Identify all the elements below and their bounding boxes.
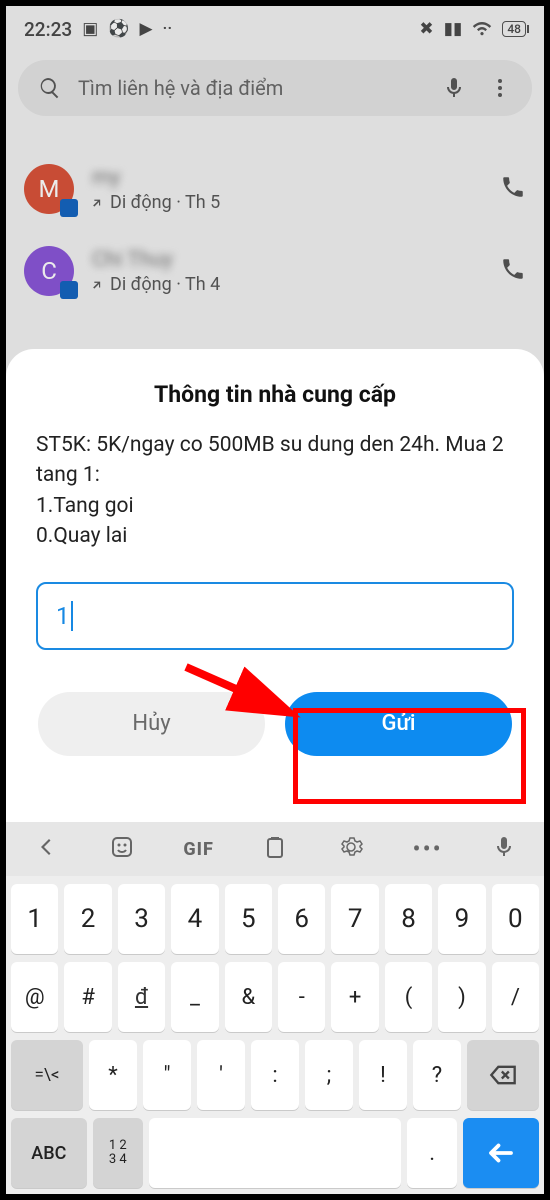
key[interactable]: _ (171, 962, 218, 1032)
kbd-back-icon[interactable] (16, 835, 76, 864)
keyboard-row: =\< * " ' : ; ! ? (11, 1040, 539, 1110)
kbd-mic-icon[interactable] (474, 835, 534, 864)
key[interactable]: " (143, 1040, 191, 1110)
key[interactable]: 6 (278, 884, 325, 954)
status-bar: 22:23 ▣ ⚽ ▶ ·· ✖ ▮▮ 48 (6, 6, 544, 52)
dialog-title: Thông tin nhà cung cấp (36, 381, 514, 408)
battery-icon: 48 (502, 21, 526, 37)
dialog-input[interactable]: 1 (36, 582, 514, 650)
avatar: C (24, 246, 74, 296)
kbd-more-icon[interactable]: ••• (398, 835, 458, 863)
key-space[interactable] (149, 1118, 401, 1188)
keyboard-row: 1 2 3 4 5 6 7 8 9 0 (11, 884, 539, 954)
key[interactable]: 5 (225, 884, 272, 954)
send-button[interactable]: Gửi (285, 692, 512, 756)
incoming-icon (92, 277, 106, 291)
kbd-clipboard-icon[interactable] (245, 835, 305, 864)
mic-icon[interactable] (442, 76, 466, 100)
kbd-sticker-icon[interactable] (92, 835, 152, 864)
more-dots-icon: ·· (163, 19, 173, 39)
contact-name: my (92, 166, 500, 190)
key[interactable]: 3 (118, 884, 165, 954)
mute-icon: ✖ (419, 19, 433, 39)
key[interactable]: 9 (438, 884, 485, 954)
status-time: 22:23 (24, 18, 72, 41)
avatar: M (24, 164, 74, 214)
key[interactable]: @ (11, 962, 58, 1032)
contact-row[interactable]: C Chi Thuy Di động · Th 4 (24, 230, 526, 312)
contact-row[interactable]: M my Di động · Th 5 (24, 148, 526, 230)
key[interactable]: ) (438, 962, 485, 1032)
key-abc[interactable]: ABC (11, 1118, 87, 1188)
text-cursor (71, 601, 73, 631)
key[interactable]: & (225, 962, 272, 1032)
key-symbols[interactable]: =\< (11, 1040, 83, 1110)
key[interactable]: ! (359, 1040, 407, 1110)
key[interactable]: 1 (11, 884, 58, 954)
dialog-body: ST5K: 5K/ngay co 500MB su dung den 24h. … (36, 430, 514, 552)
key[interactable]: ' (197, 1040, 245, 1110)
wifi-icon (472, 17, 492, 42)
kbd-settings-icon[interactable] (321, 835, 381, 864)
search-placeholder: Tìm liên hệ và địa điểm (78, 76, 442, 100)
key[interactable]: 7 (331, 884, 378, 954)
keyboard-toolbar: GIF ••• (6, 822, 544, 876)
keyboard-row: ABC 1 2 3 4 . (11, 1118, 539, 1188)
call-icon[interactable] (500, 256, 526, 286)
contact-subline: Di động · Th 4 (92, 274, 500, 295)
key[interactable]: * (89, 1040, 137, 1110)
call-icon[interactable] (500, 174, 526, 204)
kbd-gif-button[interactable]: GIF (169, 839, 229, 860)
incoming-icon (92, 195, 106, 209)
contact-subline: Di động · Th 5 (92, 192, 500, 213)
cancel-button[interactable]: Hủy (38, 692, 265, 756)
key[interactable]: 0 (492, 884, 539, 954)
key[interactable]: : (251, 1040, 299, 1110)
key-period[interactable]: . (407, 1118, 457, 1188)
keyboard: GIF ••• 1 2 3 4 5 6 7 8 9 0 @ # đ (6, 822, 544, 1194)
key-backspace[interactable] (467, 1040, 539, 1110)
search-bar[interactable]: Tìm liên hệ và địa điểm (18, 60, 532, 116)
soccer-icon: ⚽ (108, 19, 129, 39)
phone-frame: 22:23 ▣ ⚽ ▶ ·· ✖ ▮▮ 48 Tìm liên hệ và đị… (0, 0, 550, 1200)
key[interactable]: đ (118, 962, 165, 1032)
key[interactable]: ( (385, 962, 432, 1032)
key-numpad[interactable]: 1 2 3 4 (93, 1118, 143, 1188)
message-icon: ▣ (82, 19, 98, 39)
input-value: 1 (56, 602, 70, 630)
key[interactable]: ? (413, 1040, 461, 1110)
key[interactable]: - (278, 962, 325, 1032)
search-icon (38, 76, 62, 100)
key[interactable]: + (331, 962, 378, 1032)
key[interactable]: 4 (171, 884, 218, 954)
video-icon: ▶ (139, 19, 152, 39)
keyboard-row: @ # đ _ & - + ( ) / (11, 962, 539, 1032)
key[interactable]: ; (305, 1040, 353, 1110)
key[interactable]: 8 (385, 884, 432, 954)
signal-icon: ▮▮ (444, 19, 463, 39)
key[interactable]: # (64, 962, 111, 1032)
contact-list: M my Di động · Th 5 C Chi Thuy Di động ·… (6, 124, 544, 312)
key[interactable]: 2 (64, 884, 111, 954)
key-enter[interactable] (463, 1118, 539, 1188)
contact-name: Chi Thuy (92, 248, 500, 272)
key[interactable]: / (492, 962, 539, 1032)
menu-dots-icon[interactable] (488, 76, 512, 100)
